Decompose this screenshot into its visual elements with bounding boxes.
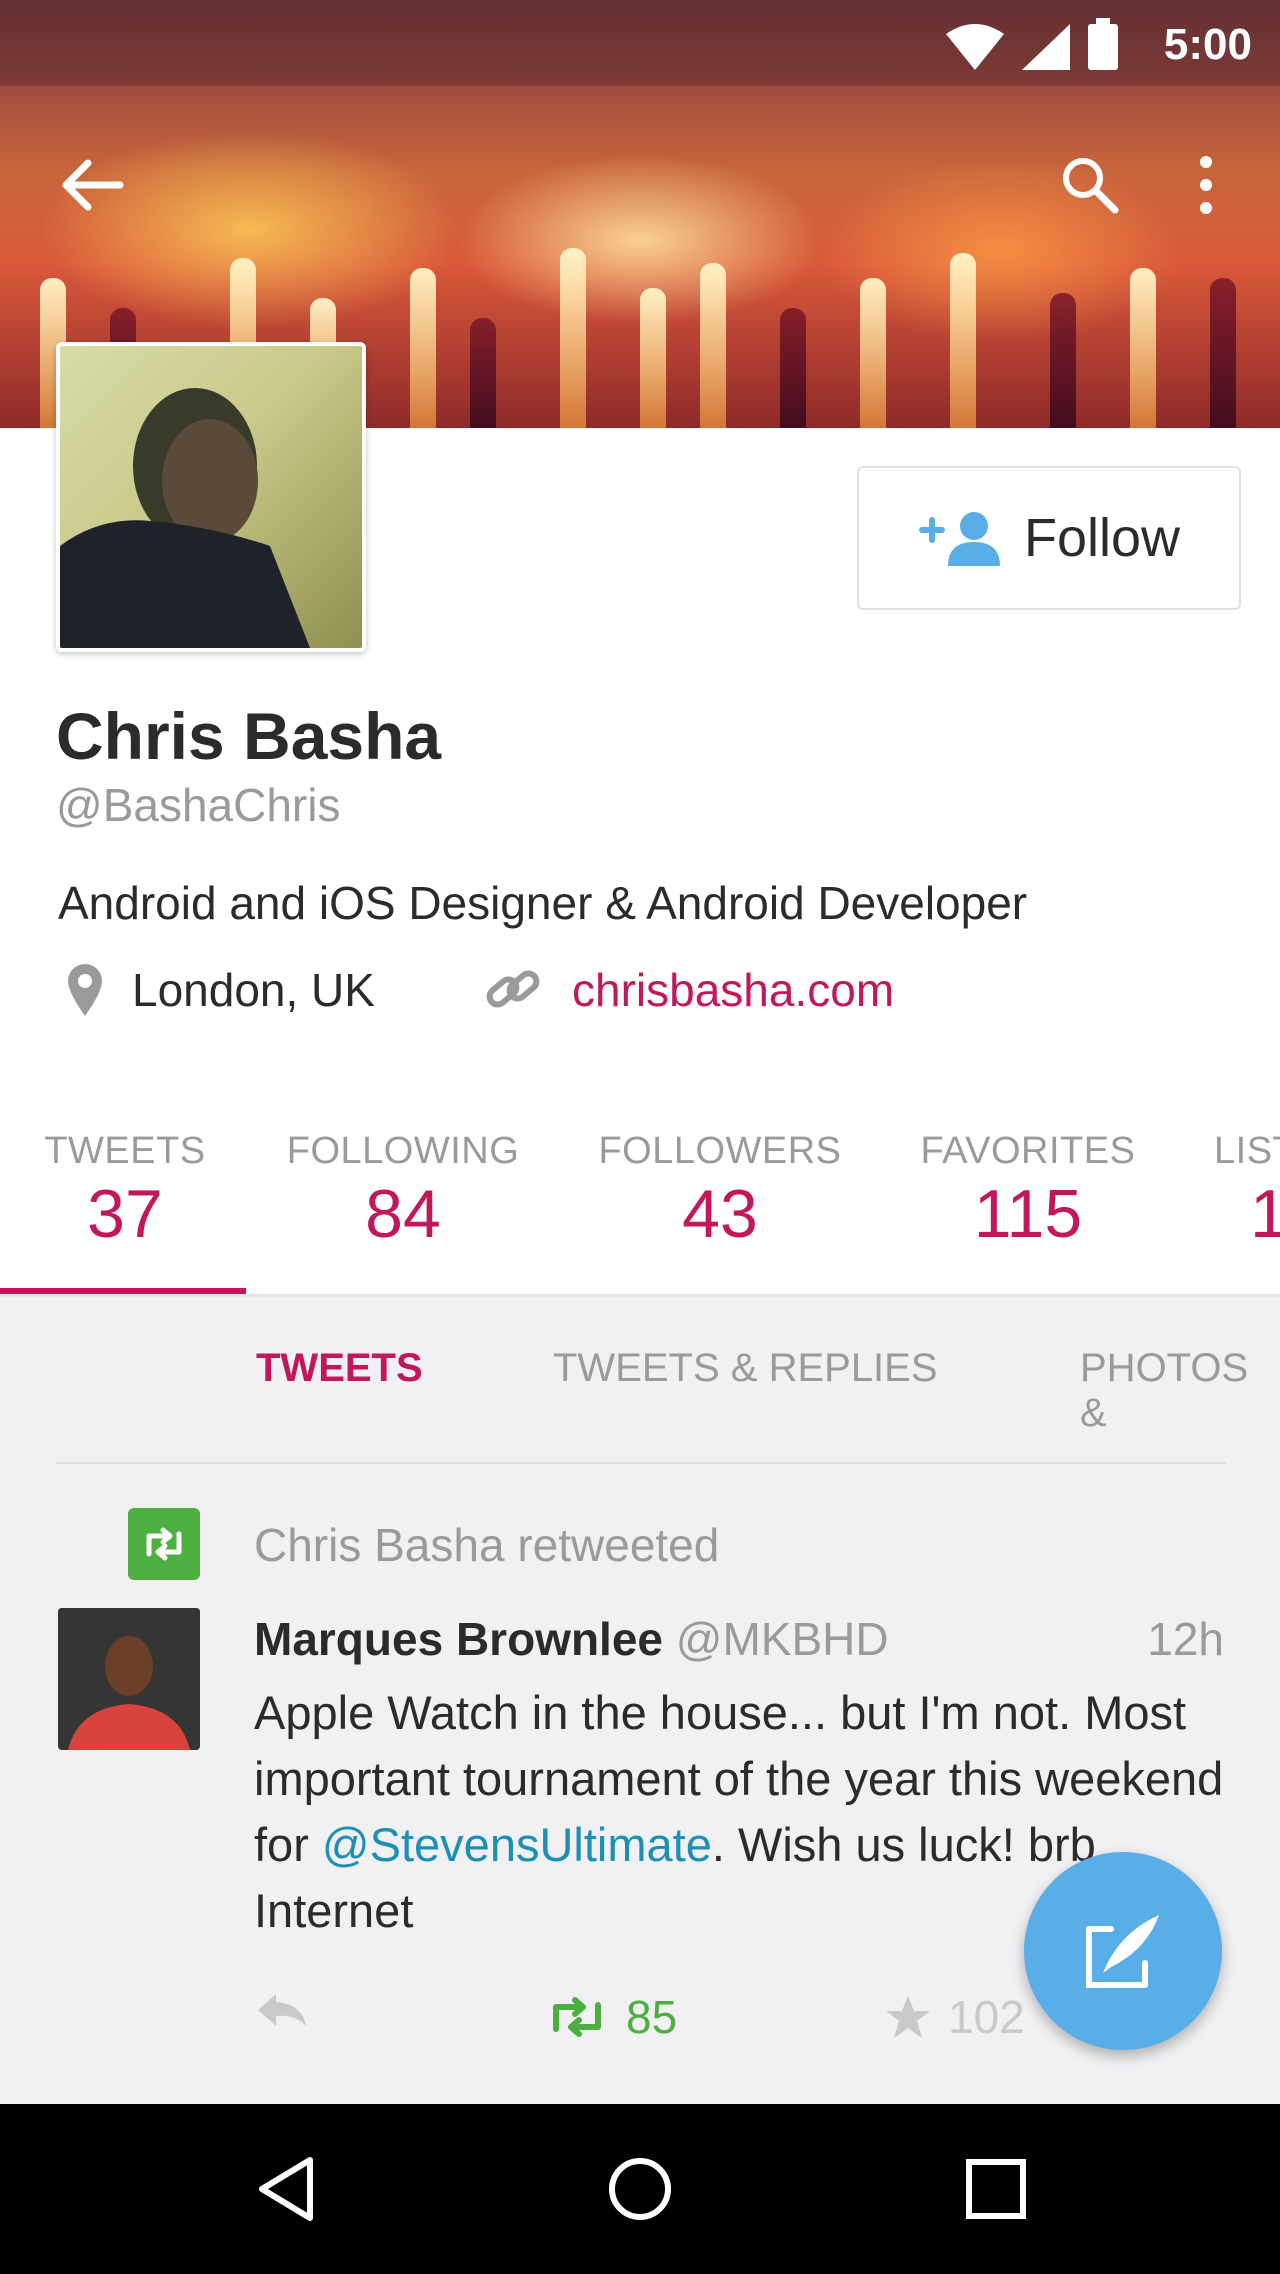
tab-tweets[interactable]: TWEETS [256, 1346, 423, 1391]
stat-value: 84 [365, 1176, 441, 1252]
nav-recents-icon [966, 2159, 1026, 2219]
battery-icon [1088, 18, 1118, 70]
profile-name: Chris Basha [56, 699, 442, 773]
website-link[interactable]: chrisbasha.com [572, 963, 894, 1017]
profile-location: London, UK [66, 962, 375, 1018]
stat-following[interactable]: FOLLOWING 84 [278, 1130, 528, 1253]
avatar-photo [58, 1608, 200, 1750]
banner-decoration [700, 263, 726, 428]
favorite-count: 102 [948, 1991, 1025, 2043]
banner-decoration [1210, 278, 1236, 428]
compose-tweet-button[interactable] [1024, 1852, 1222, 2050]
follow-label: Follow [1023, 508, 1181, 568]
timeline-tabs: TWEETS TWEETS & REPLIES PHOTOS & [0, 1346, 1280, 1435]
follow-button[interactable]: Follow [857, 466, 1241, 610]
favorite-button[interactable]: 102 [884, 1990, 1025, 2044]
signal-icon [1022, 24, 1070, 70]
tweet-time: 12h [1147, 1613, 1224, 1665]
retweet-icon [146, 1527, 182, 1561]
tweet-mention[interactable]: @StevensUltimate [322, 1818, 712, 1871]
link-icon [486, 970, 540, 1008]
nav-back-button[interactable] [206, 2104, 366, 2274]
banner-decoration [410, 268, 436, 428]
nav-home-button[interactable] [560, 2104, 720, 2274]
banner-decoration [860, 278, 886, 428]
system-nav-bar [0, 2104, 1280, 2274]
search-button[interactable] [1050, 150, 1130, 220]
nav-home-icon [609, 2158, 671, 2220]
retweet-context: Chris Basha retweeted [254, 1519, 720, 1571]
banner-decoration [780, 308, 806, 428]
tweet-author[interactable]: Marques Brownlee [254, 1613, 663, 1665]
profile-handle: @BashaChris [56, 779, 341, 831]
arrow-left-icon [62, 159, 124, 211]
banner-decoration [950, 253, 976, 428]
reply-button[interactable] [254, 1990, 310, 2030]
more-vert-icon [1200, 156, 1212, 214]
banner-decoration [1050, 293, 1076, 428]
stat-value: 37 [87, 1176, 163, 1252]
stat-value: 115 [973, 1176, 1083, 1252]
star-icon [886, 1996, 930, 2038]
stat-value: 43 [682, 1176, 758, 1252]
wifi-icon [946, 24, 1004, 70]
stat-favorites[interactable]: FAVORITES 115 [914, 1130, 1142, 1253]
profile-stats: TWEETS 37 FOLLOWING 84 FOLLOWERS 43 FAVO… [0, 1130, 1280, 1290]
search-icon [1063, 158, 1119, 214]
status-icons [944, 18, 1120, 72]
add-user-icon [918, 512, 1000, 566]
banner-decoration [640, 288, 666, 428]
stat-label: FAVORITES [920, 1130, 1136, 1172]
stat-value: 1 [1250, 1176, 1280, 1252]
profile-website[interactable]: chrisbasha.com [484, 962, 894, 1018]
tab-tweets-replies[interactable]: TWEETS & REPLIES [553, 1346, 938, 1391]
banner-decoration [470, 318, 496, 428]
retweet-icon [553, 1997, 601, 2037]
overflow-menu-button[interactable] [1176, 150, 1236, 220]
stat-label: FOLLOWING [286, 1130, 520, 1172]
avatar-photo [60, 388, 310, 648]
stat-label: TWEETS [44, 1130, 206, 1172]
status-bar: 5:00 [0, 0, 1280, 86]
tweet-actions: 85 102 [254, 1990, 1154, 2050]
profile-meta: London, UK chrisbasha.com [60, 962, 1240, 1026]
banner-decoration [1130, 268, 1156, 428]
tweet-author-avatar[interactable] [58, 1608, 200, 1750]
profile-bio: Android and iOS Designer & Android Devel… [58, 877, 1028, 929]
retweet-count: 85 [626, 1991, 678, 2043]
location-pin-icon [68, 964, 102, 1016]
location-text: London, UK [132, 964, 375, 1016]
nav-recents-button[interactable] [916, 2104, 1076, 2274]
nav-back-icon [259, 2157, 313, 2221]
stat-followers[interactable]: FOLLOWERS 43 [592, 1130, 848, 1253]
tweet-handle: @MKBHD [675, 1613, 889, 1665]
retweet-badge [128, 1508, 200, 1580]
stat-label: LIST [1214, 1130, 1280, 1172]
retweet-button[interactable]: 85 [544, 1990, 677, 2044]
back-button[interactable] [52, 150, 132, 220]
tweet-header: Marques Brownlee @MKBHD 12h [254, 1612, 1224, 1666]
profile-avatar[interactable] [56, 342, 366, 652]
stat-label: FOLLOWERS [598, 1130, 842, 1172]
stat-tweets[interactable]: TWEETS 37 [30, 1130, 220, 1253]
status-time: 5:00 [1163, 20, 1252, 69]
stat-lists[interactable]: LIST 1 [1214, 1130, 1280, 1253]
reply-icon [258, 1994, 306, 2026]
compose-icon [1086, 1915, 1159, 1988]
tab-photos[interactable]: PHOTOS & [1080, 1346, 1280, 1436]
banner-decoration [560, 248, 586, 428]
tabs-divider [56, 1462, 1226, 1464]
